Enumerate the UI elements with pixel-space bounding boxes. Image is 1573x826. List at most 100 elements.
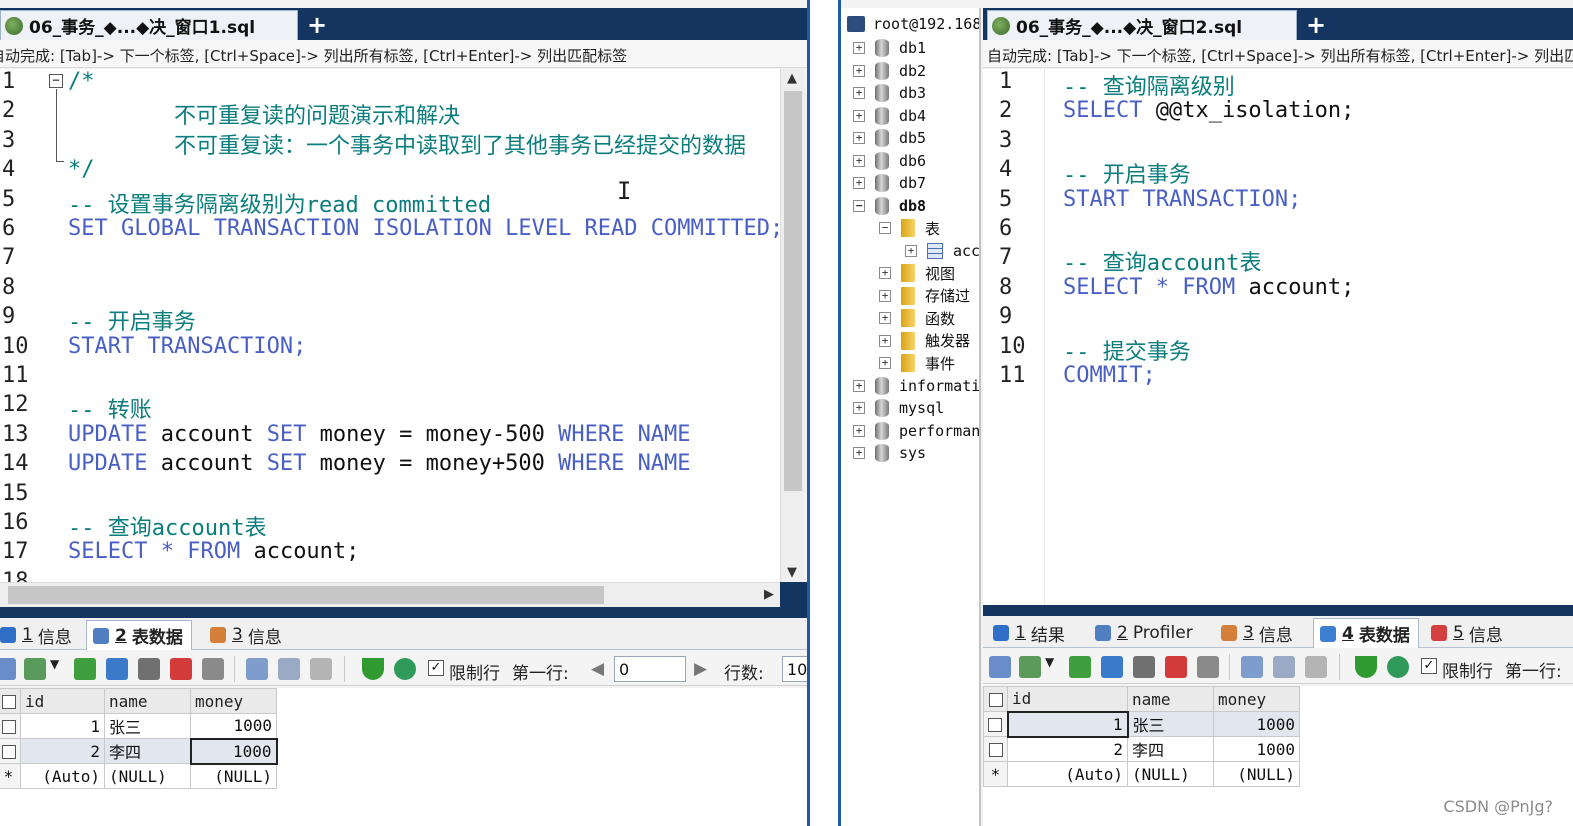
save-icon[interactable] [138,658,160,680]
row-checkbox[interactable] [1,720,16,734]
result-tab-信息[interactable]: 1 信息 [0,620,80,650]
filter-icon[interactable] [362,658,384,680]
tree-node-acc[interactable]: + acc [905,240,979,262]
result-tab-信息[interactable]: 3 信息 [1215,618,1301,648]
right-sql-editor[interactable]: 1 2 3 4 5 6 7 8 9 10 11 -- 查询隔离级别 SELECT @@tx_isola… [983,69,1573,605]
row-checkbox[interactable] [1,745,16,759]
table-row[interactable]: * (Auto) (NULL) (NULL) [0,763,277,789]
table-row[interactable]: * (Auto) (NULL) (NULL) [983,761,1300,787]
tree-node-db4[interactable]: + db4 [853,105,926,127]
limit-rows-checkbox[interactable]: ✓ [1421,658,1437,674]
expand-icon[interactable]: + [879,312,891,324]
left-hscroll-thumb[interactable] [8,586,604,604]
code-line[interactable]: /* [68,69,95,94]
tree-node-视图[interactable]: + 视图 [879,262,955,284]
code-line[interactable]: 不可重复读：一个事务中读取到了其他事务已经提交的数据 [68,128,746,160]
table-cell[interactable]: 2 [20,738,105,764]
code-line[interactable]: -- 设置事务隔离级别为read committed [68,187,491,219]
code-line[interactable]: SELECT @@tx_isolation; [1063,98,1354,123]
code-line[interactable]: -- 查询account表 [1063,245,1261,277]
table-cell[interactable]: (Auto) [20,763,105,789]
left-vertical-scrollbar[interactable]: ▲ ▼ [780,69,805,582]
column-header-name[interactable]: name [104,688,191,714]
tree-node-触发器[interactable]: + 触发器 [879,330,970,352]
expand-icon[interactable]: + [853,87,865,99]
expand-icon[interactable]: + [853,447,865,459]
code-line[interactable]: 不可重复读的问题演示和解决 [68,98,460,130]
table-cell[interactable]: 1 [20,713,105,739]
expand-icon[interactable]: + [853,109,865,122]
tree-node-db5[interactable]: + db5 [853,127,926,149]
tree-node-informati[interactable]: + informati [853,375,979,397]
add-row-icon[interactable] [1069,656,1091,678]
right-new-tab-button[interactable]: + [1303,12,1329,38]
left-data-grid[interactable]: id name money 1 张三 1000 2 李四 1000 * (Auto) (NULL) (N… [0,688,807,826]
save-icon[interactable] [1133,656,1155,678]
code-line[interactable]: -- 转账 [68,392,152,424]
data-table[interactable]: id name money 1 张三 1000 2 李四 1000 * (Auto) (NULL) (N… [0,688,278,789]
row-selector[interactable] [983,736,1008,762]
table-cell[interactable]: 1 [1006,710,1129,738]
next-page-icon[interactable]: ▶ [694,659,707,679]
expand-icon[interactable]: + [879,334,891,347]
tree-node-sys[interactable]: + sys [853,442,926,464]
prev-page-icon[interactable]: ◀ [591,659,604,679]
data-table[interactable]: id name money 1 张三 1000 2 李四 1000 * (Auto) (NULL) (N… [983,686,1300,787]
result-tab-表数据[interactable]: 2 表数据 [86,620,192,650]
cancel-changes-icon[interactable] [1197,656,1219,678]
select-all-header[interactable] [0,688,21,714]
scroll-up-icon[interactable]: ▲ [787,71,797,86]
tree-node-db6[interactable]: + db6 [853,150,926,172]
table-cell[interactable]: (NULL) [1213,761,1300,787]
server-node[interactable]: root@192.168 [847,13,979,35]
table-cell[interactable]: 1000 [1213,711,1300,737]
row-checkbox[interactable] [988,743,1003,757]
grid-view-icon[interactable] [0,658,16,680]
grid-mode-icon[interactable] [246,658,268,680]
text-mode-icon[interactable] [1305,656,1327,678]
code-line[interactable]: -- 提交事务 [1063,334,1191,366]
grid-view-icon[interactable] [989,656,1011,678]
duplicate-row-icon[interactable] [106,658,128,680]
row-selector[interactable] [983,711,1008,737]
fold-toggle-icon[interactable]: − [49,74,63,88]
dropdown-chevron-icon[interactable]: ▼ [1045,655,1054,669]
select-all-checkbox[interactable] [1,695,16,709]
tree-node-db2[interactable]: + db2 [853,60,926,82]
scroll-down-icon[interactable]: ▼ [787,565,797,580]
expand-icon[interactable]: + [853,132,865,144]
left-new-tab-button[interactable]: + [304,12,330,38]
expand-icon[interactable]: + [879,357,891,369]
delete-row-icon[interactable] [170,658,192,680]
table-cell[interactable]: 张三 [104,713,191,739]
tree-node-performan[interactable]: + performan [853,420,979,442]
table-cell[interactable]: (NULL) [1127,761,1214,787]
tree-node-db7[interactable]: + db7 [853,172,926,194]
result-tab-信息[interactable]: 5 信息 [1425,618,1511,648]
result-tab-信息[interactable]: 3 信息 [204,620,290,650]
expand-icon[interactable]: + [853,154,865,167]
left-vscroll-thumb[interactable] [784,91,802,491]
column-header-money[interactable]: money [1213,686,1300,712]
dropdown-chevron-icon[interactable]: ▼ [50,657,59,671]
code-line[interactable]: UPDATE account SET money = money+500 WHE… [68,451,691,476]
table-cell[interactable]: 李四 [104,738,191,764]
left-sql-editor[interactable]: 1 2 3 4 5 6 7 8 9 10 11 12 13 14 15 16 17 18 /* 不可重复读的问题演… [0,69,780,582]
right-splitter[interactable] [983,605,1573,616]
duplicate-row-icon[interactable] [1101,656,1123,678]
table-cell[interactable]: (Auto) [1007,761,1128,787]
tree-node-db3[interactable]: + db3 [853,82,926,104]
result-tab-结果[interactable]: 1 结果 [987,618,1073,648]
code-line[interactable]: START TRANSACTION; [1063,187,1301,212]
expand-icon[interactable]: + [853,424,865,437]
code-line[interactable]: SELECT * FROM account; [68,539,359,564]
table-row[interactable]: 1 张三 1000 [983,710,1300,738]
code-line[interactable]: -- 查询account表 [68,510,266,542]
table-cell[interactable]: 张三 [1127,711,1214,737]
code-line[interactable]: SELECT * FROM account; [1063,275,1354,300]
left-document-tab[interactable]: 06_事务_◆...◆决_窗口1.sql [0,10,298,40]
table-cell[interactable]: 1000 [190,713,277,739]
table-cell[interactable]: (NULL) [104,763,191,789]
right-document-tab[interactable]: 06_事务_◆...◆决_窗口2.sql [987,10,1297,40]
tree-node-db1[interactable]: + db1 [853,37,926,59]
